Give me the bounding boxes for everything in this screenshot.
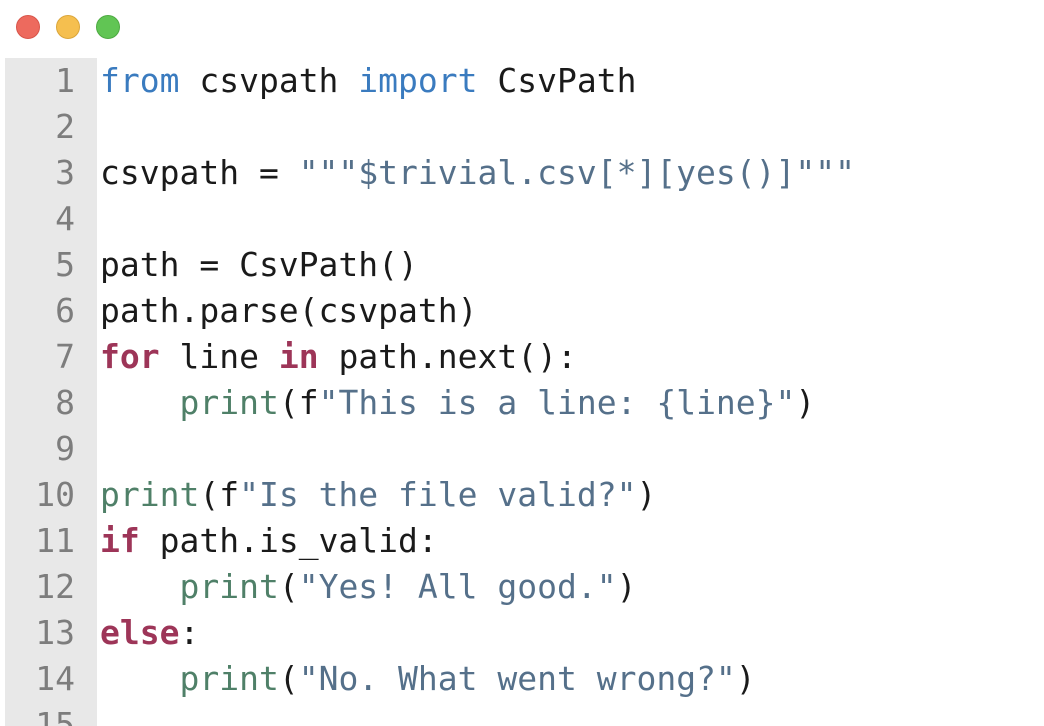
code-line: 6 path.parse(csvpath) [5, 288, 1044, 334]
code-token: print [179, 567, 279, 606]
code-window: 1 from csvpath import CsvPath 2 3 csvpath = … [0, 0, 1044, 726]
code-token: csvpath = [100, 153, 299, 192]
code-text: print("Yes! All good.") [100, 564, 636, 610]
code-token: "No. What went wrong?" [298, 659, 736, 698]
code-editor[interactable]: 1 from csvpath import CsvPath 2 3 csvpath = … [5, 58, 1044, 726]
line-number: 11 [35, 521, 75, 560]
code-token: (f [278, 383, 319, 422]
code-token: print [179, 383, 279, 422]
line-number: 3 [55, 153, 75, 192]
code-token: ) [636, 475, 657, 514]
line-number: 2 [55, 107, 75, 146]
line-number: 13 [35, 613, 75, 652]
code-token: in [278, 337, 319, 376]
code-line: 8 print(f"This is a line: {line}") [5, 380, 1044, 426]
code-token: """$trivial.csv[*][yes()]""" [298, 153, 855, 192]
code-token: "Yes! All good." [298, 567, 617, 606]
line-number: 5 [55, 245, 75, 284]
code-token: (f [199, 475, 240, 514]
code-token: ( [278, 659, 299, 698]
code-token: csvpath [179, 61, 359, 100]
code-token: from [100, 61, 180, 100]
code-token: "Is the file valid?" [239, 475, 637, 514]
line-number: 8 [55, 383, 75, 422]
code-line: 1 from csvpath import CsvPath [5, 58, 1044, 104]
title-bar [0, 0, 1044, 56]
line-number: 9 [55, 429, 75, 468]
code-token: path.next(): [318, 337, 577, 376]
code-token: "This is a line: {line}" [318, 383, 796, 422]
line-number: 12 [35, 567, 75, 606]
code-token: import [358, 61, 478, 100]
code-text: path.parse(csvpath) [100, 288, 478, 334]
code-line: 7 for line in path.next(): [5, 334, 1044, 380]
code-token: CsvPath [477, 61, 637, 100]
code-token: ) [735, 659, 756, 698]
code-text: from csvpath import CsvPath [100, 58, 636, 104]
code-line: 11 if path.is_valid: [5, 518, 1044, 564]
code-text: path = CsvPath() [100, 242, 418, 288]
code-line: 12 print("Yes! All good.") [5, 564, 1044, 610]
code-text: if path.is_valid: [100, 518, 438, 564]
code-token: line [159, 337, 279, 376]
line-number: 7 [55, 337, 75, 376]
code-line: 13 else: [5, 610, 1044, 656]
line-number: 6 [55, 291, 75, 330]
code-token: path = CsvPath() [100, 245, 418, 284]
line-number: 10 [35, 475, 75, 514]
code-line: 4 [5, 196, 1044, 242]
code-token: path.parse(csvpath) [100, 291, 478, 330]
code-token: ) [795, 383, 816, 422]
code-text: else: [100, 610, 199, 656]
code-line: 10 print(f"Is the file valid?") [5, 472, 1044, 518]
code-line: 5 path = CsvPath() [5, 242, 1044, 288]
code-token: print [179, 659, 279, 698]
code-token: for [100, 337, 160, 376]
code-text: csvpath = """$trivial.csv[*][yes()]""" [100, 150, 855, 196]
code-token: else [100, 613, 180, 652]
code-token: : [179, 613, 200, 652]
code-token: ) [616, 567, 637, 606]
zoom-window-button[interactable] [96, 15, 120, 39]
code-token: if [100, 521, 140, 560]
code-text: print("No. What went wrong?") [100, 656, 756, 702]
close-window-button[interactable] [16, 15, 40, 39]
line-number: 14 [35, 659, 75, 698]
code-text: print(f"This is a line: {line}") [100, 380, 815, 426]
code-line: 9 [5, 426, 1044, 472]
code-token: ( [278, 567, 299, 606]
code-line: 3 csvpath = """$trivial.csv[*][yes()]""" [5, 150, 1044, 196]
minimize-window-button[interactable] [56, 15, 80, 39]
code-token: print [100, 475, 200, 514]
line-number: 1 [55, 61, 75, 100]
code-text: for line in path.next(): [100, 334, 577, 380]
line-number: 15 [35, 705, 75, 726]
line-number: 4 [55, 199, 75, 238]
code-line: 15 [5, 702, 1044, 726]
code-line: 14 print("No. What went wrong?") [5, 656, 1044, 702]
code-token: path.is_valid: [139, 521, 438, 560]
code-text: print(f"Is the file valid?") [100, 472, 656, 518]
code-line: 2 [5, 104, 1044, 150]
